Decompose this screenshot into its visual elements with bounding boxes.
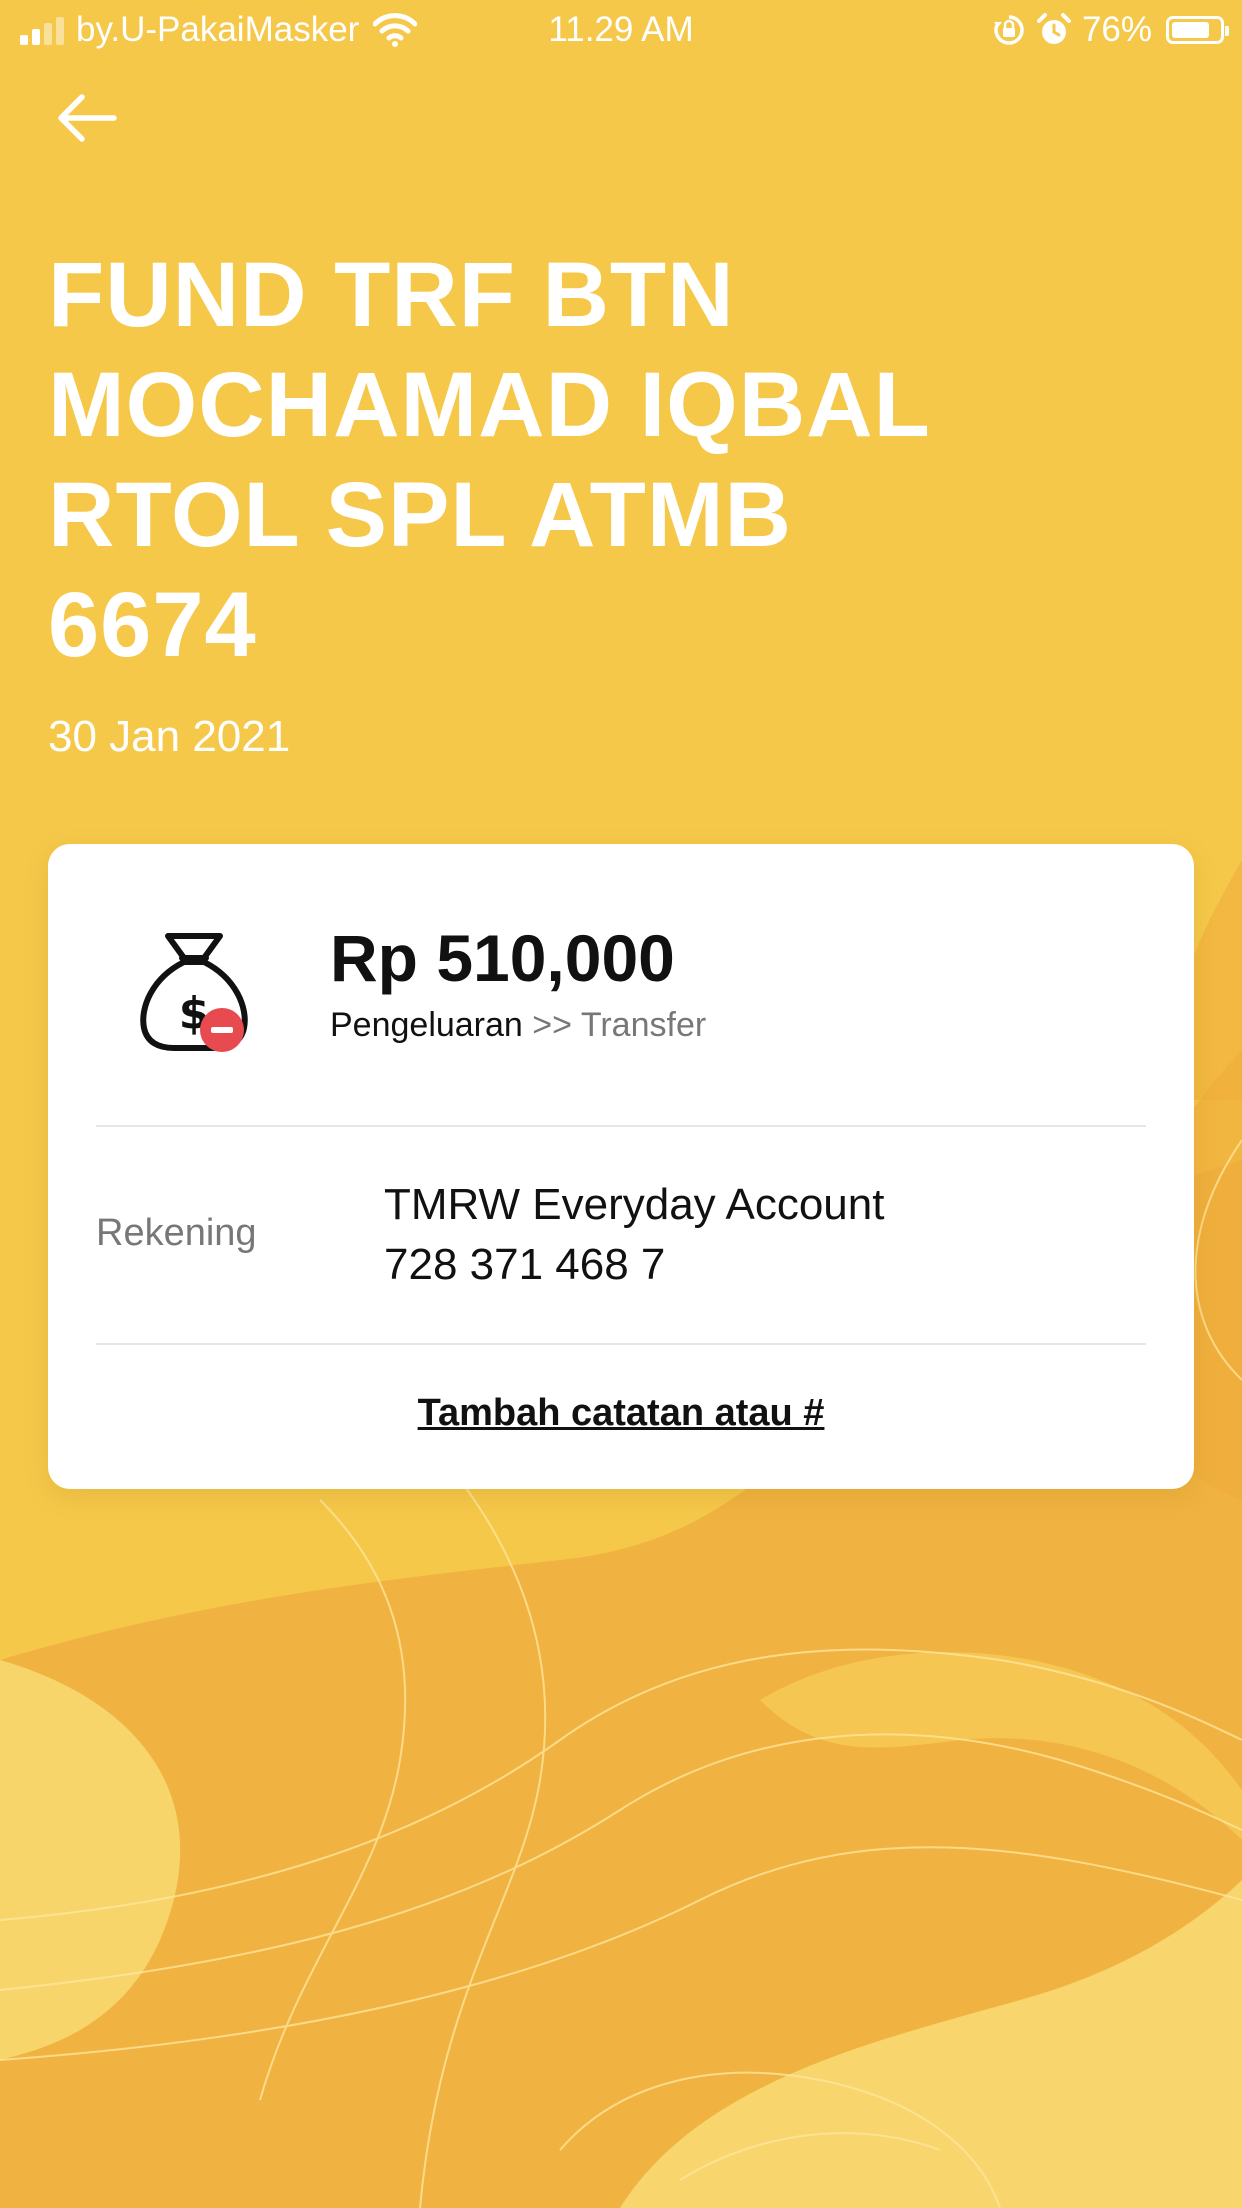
money-bag-minus-icon: $ (140, 933, 248, 1052)
status-bar: by.U-PakaiMasker 11.29 AM 76% (0, 0, 1242, 64)
alarm-icon (1036, 13, 1071, 44)
transaction-date: 30 Jan 2021 (48, 712, 291, 761)
transaction-amount: Rp 510,000 (330, 921, 675, 995)
category-separator: >> (532, 1006, 572, 1044)
account-name: TMRW Everyday Account (384, 1180, 885, 1229)
category-label: Pengeluaran (330, 1006, 523, 1044)
transaction-category: Pengeluaran >> Transfer (330, 1006, 706, 1045)
account-label: Rekening (96, 1212, 257, 1254)
title-line: 6674 (48, 574, 257, 676)
status-right: 76% (992, 10, 1229, 50)
title-line: RTOL SPL ATMB (48, 464, 792, 566)
transaction-card: $ Rp 510,000 Pengeluaran >> Transfer Rek… (48, 844, 1194, 1489)
account-number: 728 371 468 7 (384, 1240, 666, 1289)
subcategory-label: Transfer (580, 1006, 707, 1044)
battery-icon (1166, 16, 1229, 44)
add-note-link[interactable]: Tambah catatan atau # (48, 1392, 1194, 1435)
divider (96, 1343, 1146, 1345)
title-line: MOCHAMAD IQBAL (48, 354, 931, 456)
divider (96, 1125, 1146, 1127)
transaction-title: FUND TRF BTN MOCHAMAD IQBAL RTOL SPL ATM… (48, 240, 1148, 680)
rotation-lock-icon (993, 15, 1024, 45)
battery-percent: 76% (1081, 10, 1152, 49)
arrow-left-icon[interactable] (52, 88, 122, 148)
title-line: FUND TRF BTN (48, 244, 735, 346)
